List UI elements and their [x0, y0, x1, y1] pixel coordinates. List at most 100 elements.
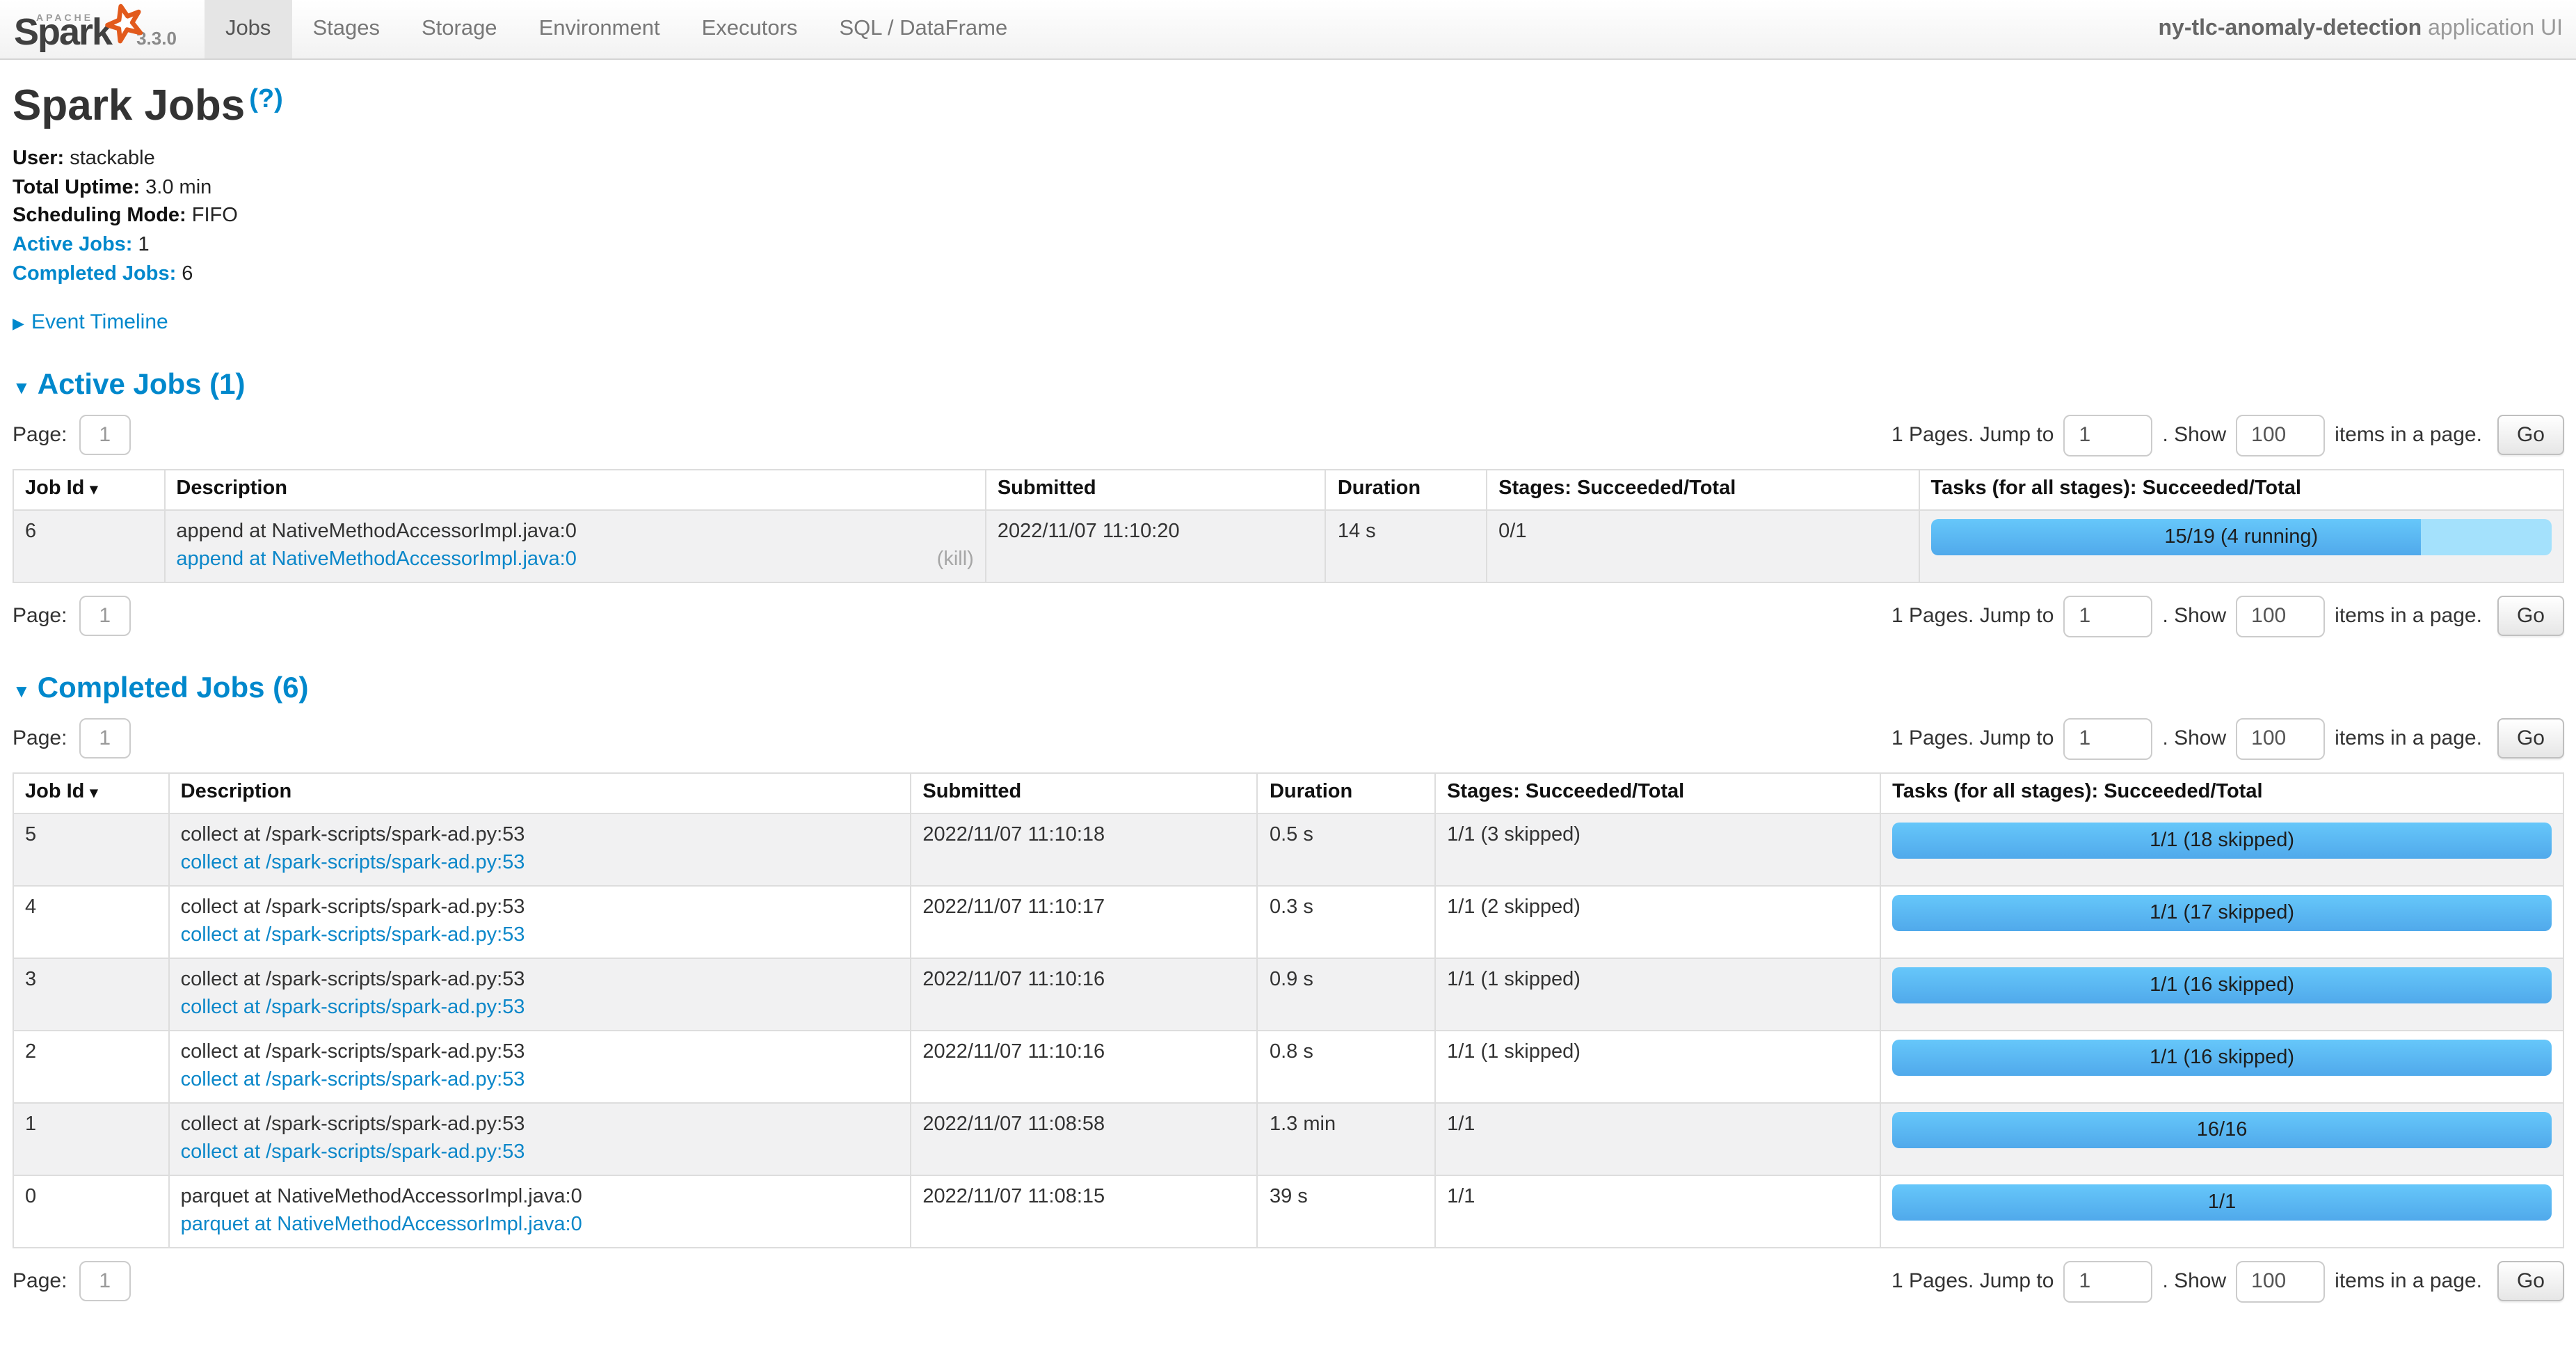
description-line2: collect at /spark-scripts/spark-ad.py:53	[181, 1138, 899, 1167]
column-header[interactable]: Tasks (for all stages): Succeeded/Total	[1919, 469, 2563, 509]
summary-label: Total Uptime:	[13, 176, 140, 198]
task-progress-label: 1/1	[1892, 1184, 2552, 1220]
items-per-page-input[interactable]	[2236, 717, 2325, 759]
jump-to-page-input[interactable]	[2063, 414, 2152, 456]
event-timeline-toggle[interactable]: ▶Event Timeline	[13, 310, 2564, 333]
summary-label: Scheduling Mode:	[13, 205, 186, 228]
table-row: 5collect at /spark-scripts/spark-ad.py:5…	[13, 813, 2563, 885]
tab-sql-dataframe[interactable]: SQL / DataFrame	[818, 0, 1028, 58]
navbar: APACHE Spark 3.3.0 JobsStagesStorageEnvi…	[0, 0, 2576, 60]
tab-storage[interactable]: Storage	[401, 0, 518, 58]
summary-item: Total Uptime: 3.0 min	[13, 173, 2564, 202]
summary-label-link[interactable]: Active Jobs:	[13, 234, 132, 256]
tab-label[interactable]: Storage	[401, 0, 518, 58]
table-row: 1collect at /spark-scripts/spark-ad.py:5…	[13, 1102, 2563, 1175]
column-header[interactable]: Submitted	[911, 772, 1258, 813]
table-row: 4collect at /spark-scripts/spark-ad.py:5…	[13, 885, 2563, 958]
job-detail-link[interactable]: collect at /spark-scripts/spark-ad.py:53	[181, 994, 525, 1022]
go-button[interactable]: Go	[2497, 718, 2564, 759]
jump-to-page-input[interactable]	[2063, 1260, 2152, 1302]
submitted-cell: 2022/11/07 11:10:16	[911, 958, 1258, 1030]
go-button[interactable]: Go	[2497, 1261, 2564, 1301]
description-line2: collect at /spark-scripts/spark-ad.py:53	[181, 994, 899, 1022]
application-name-bold: ny-tlc-anomaly-detection	[2159, 17, 2422, 40]
submitted-cell: 2022/11/07 11:10:17	[911, 885, 1258, 958]
tab-label[interactable]: SQL / DataFrame	[818, 0, 1028, 58]
sort-desc-icon: ▾	[90, 784, 97, 801]
active-jobs-pager-top: Page: 1 1 Pages. Jump to . Show items in…	[13, 414, 2564, 456]
table-row: 0parquet at NativeMethodAccessorImpl.jav…	[13, 1175, 2563, 1247]
go-button[interactable]: Go	[2497, 596, 2564, 636]
column-header[interactable]: Submitted	[986, 469, 1326, 509]
collapse-down-icon: ▼	[13, 680, 31, 701]
items-per-page-input[interactable]	[2236, 414, 2325, 456]
kill-link[interactable]: (kill)	[937, 546, 974, 574]
description-cell: append at NativeMethodAccessorImpl.java:…	[164, 509, 985, 582]
job-detail-link[interactable]: collect at /spark-scripts/spark-ad.py:53	[181, 1138, 525, 1167]
description-cell: collect at /spark-scripts/spark-ad.py:53…	[169, 958, 911, 1030]
summary-value: 1	[132, 234, 149, 256]
tasks-cell: 1/1 (16 skipped)	[1880, 1030, 2563, 1102]
summary-label: User:	[13, 148, 64, 170]
column-header[interactable]: Description	[164, 469, 985, 509]
tasks-cell: 15/19 (4 running)	[1919, 509, 2563, 582]
column-header[interactable]: Job Id▾	[13, 772, 169, 813]
items-per-page-input[interactable]	[2236, 595, 2325, 637]
task-progress-bar: 1/1	[1892, 1184, 2552, 1220]
completed-jobs-toggle[interactable]: ▼Completed Jobs (6)	[13, 672, 308, 704]
description-text: collect at /spark-scripts/spark-ad.py:53	[181, 820, 899, 849]
duration-cell: 39 s	[1258, 1175, 1435, 1247]
spark-logo[interactable]: APACHE Spark 3.3.0	[0, 0, 205, 58]
page-label: Page:	[13, 604, 67, 628]
duration-cell: 0.8 s	[1258, 1030, 1435, 1102]
page-number-button[interactable]: 1	[79, 718, 130, 759]
description-text: collect at /spark-scripts/spark-ad.py:53	[181, 1038, 899, 1066]
tab-jobs[interactable]: Jobs	[205, 0, 292, 58]
tab-label[interactable]: Executors	[681, 0, 819, 58]
stages-cell: 1/1 (1 skipped)	[1435, 958, 1880, 1030]
duration-cell: 0.9 s	[1258, 958, 1435, 1030]
column-header[interactable]: Stages: Succeeded/Total	[1487, 469, 1919, 509]
job-detail-link[interactable]: collect at /spark-scripts/spark-ad.py:53	[181, 849, 525, 878]
summary-value: 6	[176, 263, 193, 285]
column-header[interactable]: Stages: Succeeded/Total	[1435, 772, 1880, 813]
tab-label[interactable]: Environment	[518, 0, 681, 58]
tab-stages[interactable]: Stages	[291, 0, 401, 58]
summary-label-link[interactable]: Completed Jobs:	[13, 263, 176, 285]
job-detail-link[interactable]: collect at /spark-scripts/spark-ad.py:53	[181, 1066, 525, 1095]
help-link[interactable]: (?)	[249, 85, 283, 114]
job-detail-link[interactable]: append at NativeMethodAccessorImpl.java:…	[176, 546, 577, 574]
column-header[interactable]: Description	[169, 772, 911, 813]
page-number-button[interactable]: 1	[79, 1261, 130, 1301]
tab-executors[interactable]: Executors	[681, 0, 819, 58]
column-header[interactable]: Job Id▾	[13, 469, 164, 509]
duration-cell: 0.5 s	[1258, 813, 1435, 885]
page-number-button[interactable]: 1	[79, 415, 130, 455]
description-text: collect at /spark-scripts/spark-ad.py:53	[181, 965, 899, 994]
column-header[interactable]: Duration	[1258, 772, 1435, 813]
submitted-cell: 2022/11/07 11:10:20	[986, 509, 1326, 582]
jump-to-page-input[interactable]	[2063, 717, 2152, 759]
stages-cell: 1/1	[1435, 1102, 1880, 1175]
summary-item: Active Jobs: 1	[13, 231, 2564, 260]
tab-environment[interactable]: Environment	[518, 0, 681, 58]
job-detail-link[interactable]: collect at /spark-scripts/spark-ad.py:53	[181, 921, 525, 950]
active-jobs-toggle[interactable]: ▼Active Jobs (1)	[13, 368, 246, 400]
tab-label[interactable]: Jobs	[205, 0, 292, 58]
nav-tabs: JobsStagesStorageEnvironmentExecutorsSQL…	[205, 0, 1028, 58]
column-header[interactable]: Tasks (for all stages): Succeeded/Total	[1880, 772, 2563, 813]
column-header[interactable]: Duration	[1326, 469, 1487, 509]
tab-label[interactable]: Stages	[291, 0, 401, 58]
task-progress-bar: 1/1 (16 skipped)	[1892, 967, 2552, 1003]
items-per-page-input[interactable]	[2236, 1260, 2325, 1302]
page-number-button[interactable]: 1	[79, 596, 130, 636]
completed_jobs-table: Job Id▾DescriptionSubmittedDurationStage…	[13, 772, 2564, 1248]
summary-item: User: stackable	[13, 145, 2564, 173]
job-detail-link[interactable]: parquet at NativeMethodAccessorImpl.java…	[181, 1211, 582, 1239]
job-summary-list: User: stackableTotal Uptime: 3.0 min Sche…	[13, 145, 2564, 289]
job-id-cell: 3	[13, 958, 169, 1030]
jump-to-page-input[interactable]	[2063, 595, 2152, 637]
items-text: items in a page.	[2335, 726, 2482, 750]
go-button[interactable]: Go	[2497, 415, 2564, 455]
page-title-text: Spark Jobs	[13, 81, 245, 129]
